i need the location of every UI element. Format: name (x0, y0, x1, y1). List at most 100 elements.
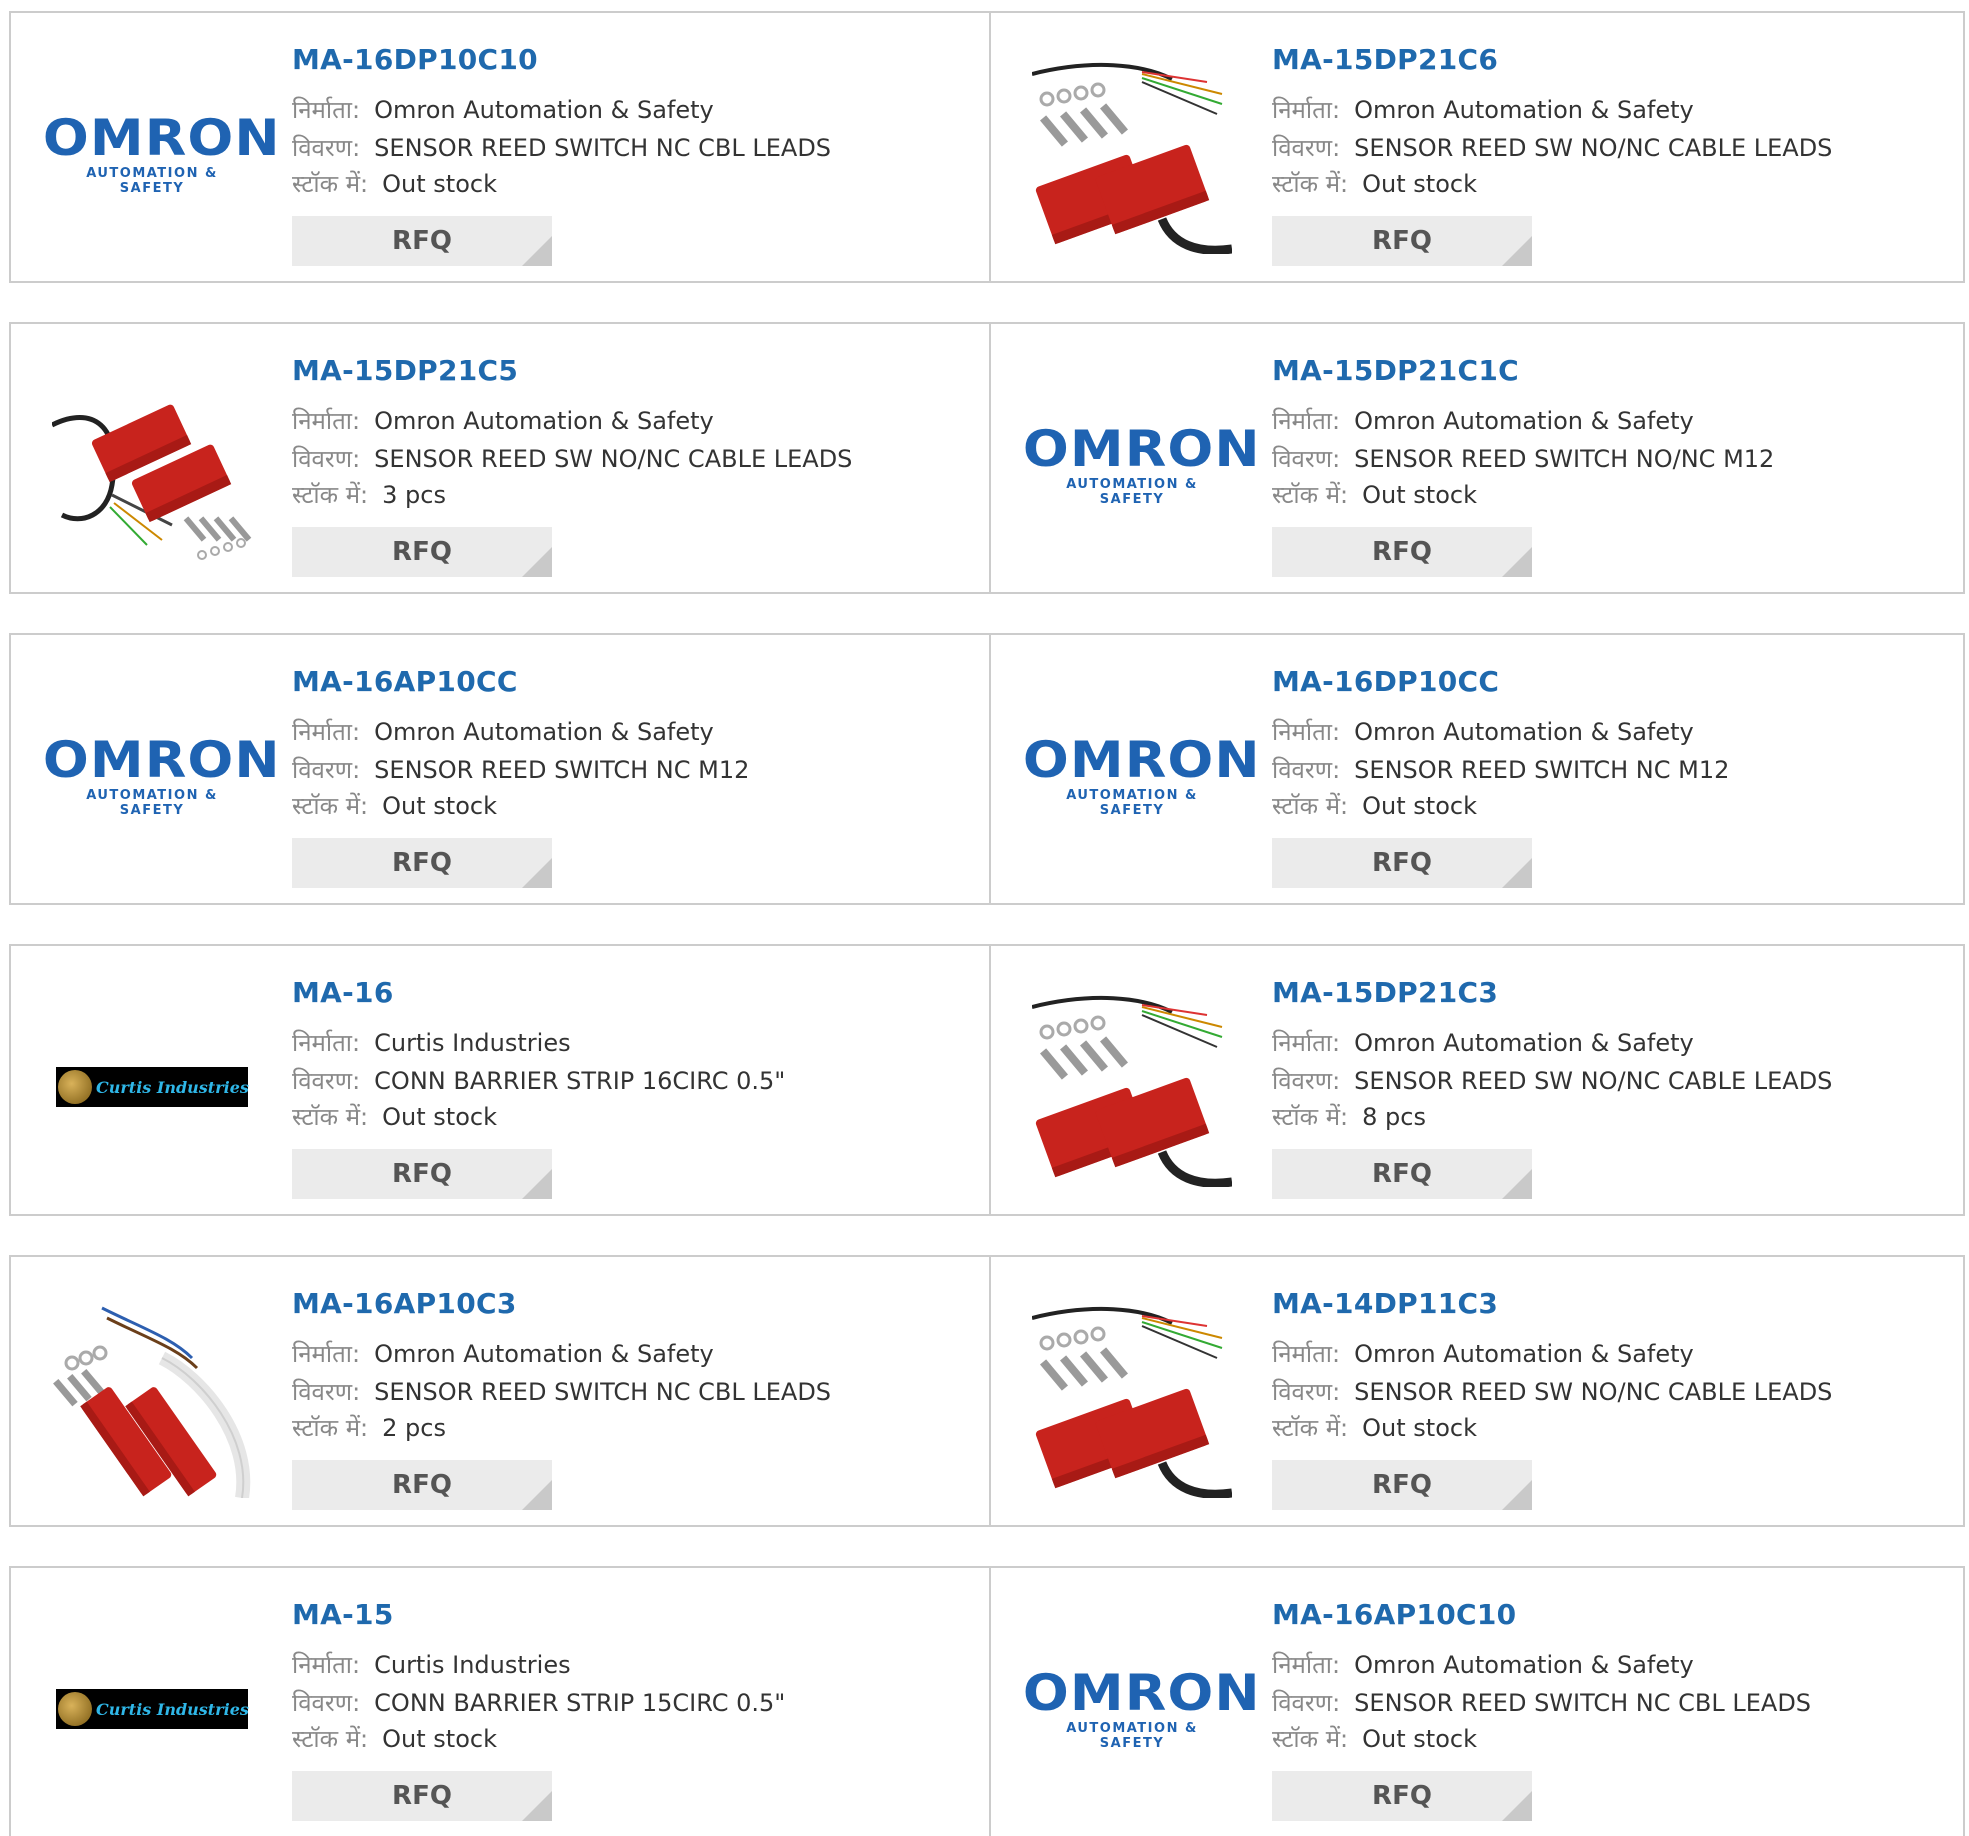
stock-row: स्टॉक में: Out stock (1272, 1722, 1477, 1755)
product-image[interactable]: OMRON AUTOMATION & SAFETY (43, 675, 280, 877)
manufacturer-value: Omron Automation & Safety (374, 407, 714, 435)
product-title-link[interactable]: MA-14DP11C3 (1272, 1287, 1498, 1320)
manufacturer-row: निर्माता: Omron Automation & Safety (292, 404, 714, 437)
rfq-corner-decoration (522, 858, 552, 888)
rfq-button[interactable]: RFQ (292, 527, 552, 577)
rfq-button[interactable]: RFQ (1272, 838, 1532, 888)
rfq-button[interactable]: RFQ (1272, 216, 1532, 266)
product-image[interactable]: OMRON AUTOMATION & SAFETY (1023, 364, 1260, 566)
product-image[interactable]: OMRON AUTOMATION & SAFETY (43, 53, 280, 255)
product-row: OMRON AUTOMATION & SAFETY MA-16DP10C10 न… (9, 11, 1965, 283)
rfq-button[interactable]: RFQ (1272, 1460, 1532, 1510)
description-row: विवरण: SENSOR REED SWITCH NO/NC M12 (1272, 442, 1774, 475)
product-title-link[interactable]: MA-16DP10CC (1272, 665, 1499, 698)
stock-label: स्टॉक में: (1272, 1103, 1349, 1131)
rfq-button[interactable]: RFQ (292, 1771, 552, 1821)
rfq-label: RFQ (1372, 1781, 1432, 1811)
description-label: विवरण: (1272, 1067, 1341, 1095)
description-value: SENSOR REED SW NO/NC CABLE LEADS (1354, 1067, 1833, 1095)
rfq-button[interactable]: RFQ (292, 1460, 552, 1510)
stock-value: 2 pcs (382, 1414, 446, 1442)
rfq-label: RFQ (392, 848, 452, 878)
manufacturer-row: निर्माता: Omron Automation & Safety (1272, 1026, 1694, 1059)
stock-row: स्टॉक में: 8 pcs (1272, 1100, 1426, 1133)
rfq-button[interactable]: RFQ (292, 1149, 552, 1199)
rfq-label: RFQ (392, 1159, 452, 1189)
rfq-button[interactable]: RFQ (1272, 1149, 1532, 1199)
stock-value: Out stock (382, 1103, 497, 1131)
stock-value: Out stock (382, 170, 497, 198)
rfq-button[interactable]: RFQ (292, 838, 552, 888)
product-image[interactable]: Curtis Industries (51, 1608, 253, 1810)
manufacturer-label: निर्माता: (292, 718, 361, 746)
manufacturer-label: निर्माता: (1272, 1029, 1341, 1057)
product-title-link[interactable]: MA-15DP21C5 (292, 354, 518, 387)
product-title-link[interactable]: MA-16DP10C10 (292, 43, 538, 76)
product-title-link[interactable]: MA-15 (292, 1598, 394, 1631)
product-image[interactable]: Curtis Industries (51, 986, 253, 1188)
product-title-link[interactable]: MA-16 (292, 976, 394, 1009)
rfq-corner-decoration (1502, 236, 1532, 266)
manufacturer-row: निर्माता: Curtis Industries (292, 1648, 571, 1681)
stock-value: 8 pcs (1362, 1103, 1426, 1131)
description-label: विवरण: (292, 1689, 361, 1717)
rfq-button[interactable]: RFQ (1272, 1771, 1532, 1821)
omron-logo-tagline: AUTOMATION & SAFETY (86, 166, 218, 196)
rfq-label: RFQ (392, 1470, 452, 1500)
product-grid: OMRON AUTOMATION & SAFETY MA-16DP10C10 न… (0, 0, 1969, 1836)
manufacturer-label: निर्माता: (292, 1029, 361, 1057)
product-image[interactable] (51, 364, 253, 566)
curtis-logo-name: Curtis Industries (96, 1077, 249, 1097)
rfq-corner-decoration (1502, 547, 1532, 577)
omron-logo-tagline: AUTOMATION & SAFETY (86, 788, 218, 818)
rfq-corner-decoration (522, 236, 552, 266)
stock-label: स्टॉक में: (292, 792, 369, 820)
product-title-link[interactable]: MA-15DP21C3 (1272, 976, 1498, 1009)
stock-value: Out stock (1362, 170, 1477, 198)
product-title-link[interactable]: MA-15DP21C1C (1272, 354, 1519, 387)
description-label: विवरण: (292, 1378, 361, 1406)
product-title-link[interactable]: MA-16AP10C3 (292, 1287, 517, 1320)
stock-value: Out stock (1362, 481, 1477, 509)
description-row: विवरण: SENSOR REED SW NO/NC CABLE LEADS (1272, 131, 1832, 164)
manufacturer-value: Omron Automation & Safety (374, 718, 714, 746)
product-title-link[interactable]: MA-15DP21C6 (1272, 43, 1498, 76)
manufacturer-label: निर्माता: (1272, 1651, 1341, 1679)
product-image[interactable]: OMRON AUTOMATION & SAFETY (1023, 675, 1260, 877)
omron-logo: OMRON AUTOMATION & SAFETY (43, 112, 280, 196)
product-image[interactable] (1031, 53, 1233, 255)
description-value: SENSOR REED SWITCH NC CBL LEADS (1354, 1689, 1812, 1717)
manufacturer-label: निर्माता: (292, 407, 361, 435)
product-image[interactable] (51, 1297, 253, 1499)
rfq-corner-decoration (522, 1791, 552, 1821)
manufacturer-label: निर्माता: (292, 96, 361, 124)
rfq-button[interactable]: RFQ (1272, 527, 1532, 577)
product-card: OMRON AUTOMATION & SAFETY MA-16AP10C10 न… (989, 1568, 1967, 1836)
description-row: विवरण: CONN BARRIER STRIP 15CIRC 0.5" (292, 1686, 785, 1719)
rfq-label: RFQ (392, 537, 452, 567)
product-card: OMRON AUTOMATION & SAFETY MA-16AP10CC नि… (11, 635, 987, 903)
manufacturer-label: निर्माता: (292, 1340, 361, 1368)
manufacturer-label: निर्माता: (1272, 718, 1341, 746)
manufacturer-row: निर्माता: Omron Automation & Safety (1272, 1648, 1694, 1681)
stock-value: Out stock (382, 1725, 497, 1753)
product-image[interactable] (1031, 986, 1233, 1188)
product-title-link[interactable]: MA-16AP10CC (292, 665, 518, 698)
product-image[interactable] (1031, 1297, 1233, 1499)
product-title-link[interactable]: MA-16AP10C10 (1272, 1598, 1516, 1631)
description-row: विवरण: SENSOR REED SW NO/NC CABLE LEADS (292, 442, 852, 475)
description-label: विवरण: (1272, 134, 1341, 162)
description-label: विवरण: (292, 445, 361, 473)
rfq-button[interactable]: RFQ (292, 216, 552, 266)
stock-label: स्टॉक में: (292, 481, 369, 509)
product-card: MA-15DP21C3 निर्माता: Omron Automation & … (989, 946, 1967, 1214)
stock-row: स्टॉक में: 3 pcs (292, 478, 446, 511)
product-image[interactable]: OMRON AUTOMATION & SAFETY (1023, 1608, 1260, 1810)
manufacturer-value: Omron Automation & Safety (1354, 1340, 1694, 1368)
rfq-corner-decoration (1502, 858, 1532, 888)
description-label: विवरण: (1272, 1378, 1341, 1406)
product-row: MA-15DP21C5 निर्माता: Omron Automation & … (9, 322, 1965, 594)
omron-logo-word: OMRON (1022, 1664, 1261, 1722)
stock-value: Out stock (1362, 1725, 1477, 1753)
manufacturer-label: निर्माता: (1272, 407, 1341, 435)
